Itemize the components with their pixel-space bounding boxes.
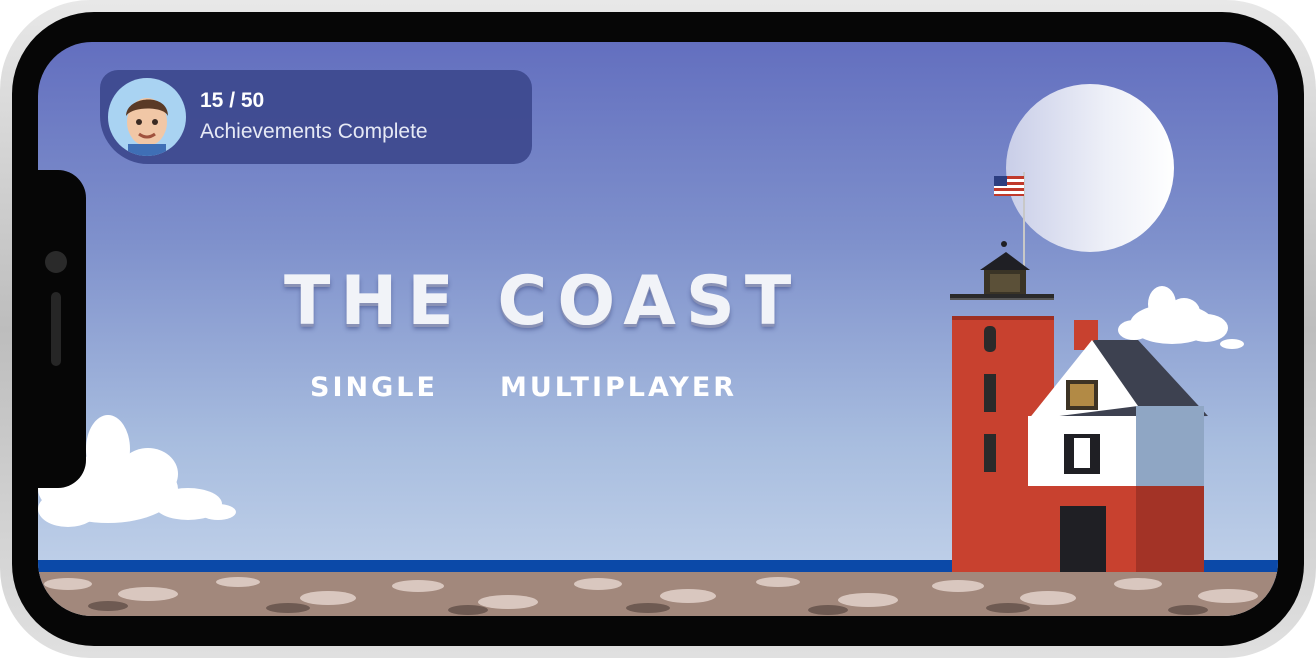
avatar-memoji bbox=[126, 98, 168, 156]
rocky-shore bbox=[38, 572, 1278, 616]
player-avatar[interactable] bbox=[108, 78, 186, 156]
sensor-housing bbox=[38, 170, 86, 488]
single-button[interactable]: SINGLE bbox=[310, 372, 438, 403]
game-screen: 15 / 50 Achievements Complete THE COAST … bbox=[38, 42, 1278, 616]
front-camera bbox=[45, 251, 67, 273]
earpiece-speaker bbox=[51, 292, 61, 366]
multiplayer-button[interactable]: MULTIPLAYER bbox=[500, 372, 737, 403]
achievements-count: 15 / 50 bbox=[200, 89, 265, 112]
achievements-label: Achievements Complete bbox=[200, 120, 428, 143]
game-title: THE COAST bbox=[284, 262, 802, 341]
us-flag-icon bbox=[994, 176, 1024, 196]
lighthouse bbox=[938, 172, 1238, 582]
